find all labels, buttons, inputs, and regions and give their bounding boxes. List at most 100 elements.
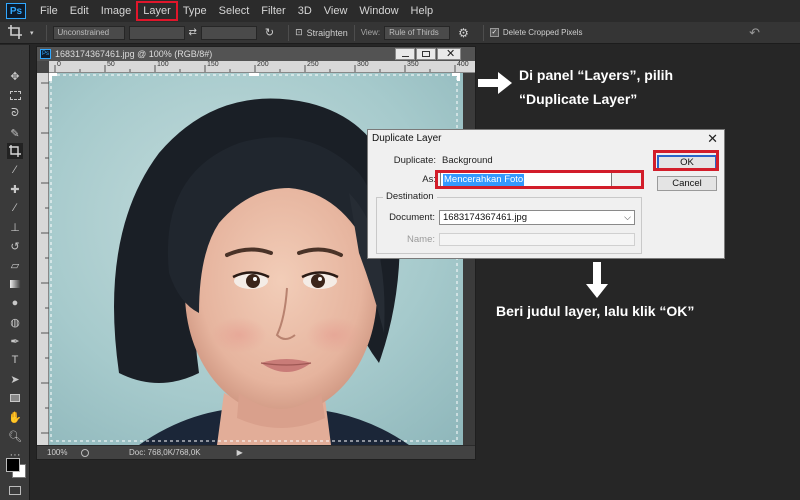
eraser-tool-icon[interactable]: ▱ — [7, 257, 23, 273]
zoom-level[interactable]: 100% — [47, 448, 81, 457]
ruler-tick-label: 50 — [107, 61, 115, 68]
menu-filter[interactable]: Filter — [255, 2, 291, 20]
type-tool-icon[interactable]: T — [7, 352, 23, 368]
healing-brush-tool-icon[interactable]: ✚ — [7, 181, 23, 197]
ruler-vertical — [37, 73, 49, 445]
document-label: Document: — [389, 212, 435, 223]
ruler-tick-label: 250 — [307, 61, 319, 68]
document-title: 1683174367461.jpg @ 100% (RGB/8#) — [55, 49, 213, 59]
zoom-tool-icon[interactable]: 🔍︎ — [7, 428, 23, 444]
height-input[interactable] — [200, 25, 257, 40]
as-label: As: — [422, 174, 436, 185]
eyedropper-tool-icon[interactable]: ⁄ — [7, 162, 23, 178]
ruler-tick-label: 150 — [207, 61, 219, 68]
delete-cropped-label: Delete Cropped Pixels — [502, 28, 583, 37]
separator — [288, 24, 290, 41]
instruction-line: “Duplicate Layer” — [519, 91, 638, 107]
status-icon — [81, 448, 89, 457]
menu-layer[interactable]: Layer — [136, 1, 178, 21]
name-label: Name: — [407, 234, 435, 245]
ruler-tick-label: 0 — [57, 61, 61, 68]
arrow-right-icon — [478, 72, 512, 97]
menu-edit[interactable]: Edit — [64, 2, 95, 20]
tools-panel: ✥ ᘐ ✎ ⁄ ✚ ∕ ⊥ ↺ ▱ ● ◍ ✒ T ➤ ✋ 🔍︎ ··· — [0, 45, 30, 500]
chevron-down-icon: ⌵ — [624, 212, 631, 222]
destination-legend: Destination — [383, 191, 437, 202]
layer-name-input[interactable]: Mencerahkan Foto — [440, 172, 612, 188]
layer-name-value: Mencerahkan Foto — [443, 174, 525, 186]
duplicate-layer-dialog: Duplicate Layer ✕ Duplicate: Background … — [367, 129, 725, 259]
marquee-tool-icon[interactable] — [7, 87, 23, 103]
hand-tool-icon[interactable]: ✋ — [7, 409, 23, 425]
document-select[interactable]: 1683174367461.jpg ⌵ — [439, 210, 635, 225]
menu-select[interactable]: Select — [213, 2, 256, 20]
move-tool-icon[interactable]: ✥ — [7, 68, 23, 84]
photoshop-logo: Ps — [6, 3, 26, 19]
rectangle-tool-icon[interactable] — [7, 390, 23, 406]
instruction-line: Di panel “Layers”, pilih — [519, 67, 674, 83]
cancel-button[interactable]: Cancel — [657, 176, 717, 191]
width-input[interactable] — [128, 25, 185, 40]
swap-icon[interactable]: ⇄ — [189, 27, 197, 38]
status-menu-arrow-icon[interactable]: ▶ — [237, 448, 243, 457]
name-input-disabled — [439, 233, 635, 246]
ruler-tick-label: 300 — [357, 61, 369, 68]
ruler-tick-label: 400 — [457, 61, 469, 68]
foreground-color-swatch[interactable] — [6, 458, 20, 472]
brush-tool-icon[interactable]: ∕ — [7, 200, 23, 216]
duplicate-value: Background — [442, 155, 493, 166]
menu-file[interactable]: File — [34, 2, 64, 20]
menu-view[interactable]: View — [318, 2, 354, 20]
ruler-tick-label: 350 — [407, 61, 419, 68]
menu-bar: Ps File Edit Image Layer Type Select Fil… — [0, 0, 800, 22]
chevron-down-icon[interactable]: ▾ — [30, 29, 34, 37]
separator — [45, 24, 47, 41]
quick-select-tool-icon[interactable]: ✎ — [7, 125, 23, 141]
lasso-tool-icon[interactable]: ᘐ — [7, 105, 23, 121]
separator — [482, 24, 484, 41]
view-overlay-dropdown[interactable]: Rule of Thirds — [384, 25, 451, 40]
gradient-tool-icon[interactable] — [7, 276, 23, 292]
ruler-horizontal: 0 50 100 150 200 250 300 350 400 — [49, 61, 475, 73]
ps-file-icon: Ps — [40, 49, 51, 59]
duplicate-label: Duplicate: — [393, 155, 436, 166]
path-selection-tool-icon[interactable]: ➤ — [7, 371, 23, 387]
ruler-tick-label: 200 — [257, 61, 269, 68]
straighten-button[interactable]: Straighten — [307, 28, 348, 38]
quick-mask-icon[interactable] — [9, 486, 21, 495]
dodge-tool-icon[interactable]: ◍ — [7, 314, 23, 330]
menu-image[interactable]: Image — [95, 2, 138, 20]
arrow-down-icon — [586, 262, 608, 301]
instruction-bottom: Beri judul layer, lalu klik “OK” — [496, 303, 695, 319]
status-bar: 100% Doc: 768,0K/768,0K ▶ — [37, 445, 475, 459]
dialog-title: Duplicate Layer — [372, 133, 442, 144]
destination-group: Destination Document: 1683174367461.jpg … — [376, 191, 642, 254]
document-tab[interactable]: Ps 1683174367461.jpg @ 100% (RGB/8#) ✕ — [37, 47, 475, 61]
straighten-icon[interactable]: ⊡ — [295, 27, 303, 38]
options-bar: ▾ Unconstrained ⇄ ↻ ⊡ Straighten View: R… — [0, 22, 800, 44]
menu-window[interactable]: Window — [353, 2, 404, 20]
doc-size: Doc: 768,0K/768,0K — [129, 448, 201, 457]
maximize-button[interactable] — [416, 48, 436, 60]
separator — [353, 24, 355, 41]
menu-3d[interactable]: 3D — [292, 2, 318, 20]
ok-highlight-box — [653, 150, 719, 171]
minimize-button[interactable] — [395, 48, 415, 60]
crop-tool-icon[interactable] — [8, 24, 30, 41]
blur-tool-icon[interactable]: ● — [7, 295, 23, 311]
instruction-top: Di panel “Layers”, pilih “Duplicate Laye… — [519, 64, 673, 110]
history-brush-tool-icon[interactable]: ↺ — [7, 238, 23, 254]
close-icon: ✕ — [446, 48, 456, 60]
clear-icon[interactable]: ↻ — [265, 26, 274, 39]
menu-help[interactable]: Help — [405, 2, 440, 20]
close-icon[interactable]: ✕ — [707, 131, 718, 147]
close-button[interactable]: ✕ — [437, 48, 461, 60]
crop-tool-icon[interactable] — [7, 143, 23, 159]
reset-icon[interactable]: ↶ — [749, 25, 760, 41]
menu-type[interactable]: Type — [177, 2, 213, 20]
delete-cropped-checkbox[interactable]: ✓ — [489, 28, 499, 37]
gear-icon[interactable]: ⚙ — [458, 26, 469, 40]
clone-stamp-tool-icon[interactable]: ⊥ — [7, 219, 23, 235]
pen-tool-icon[interactable]: ✒ — [7, 333, 23, 349]
ratio-dropdown[interactable]: Unconstrained — [52, 25, 125, 40]
